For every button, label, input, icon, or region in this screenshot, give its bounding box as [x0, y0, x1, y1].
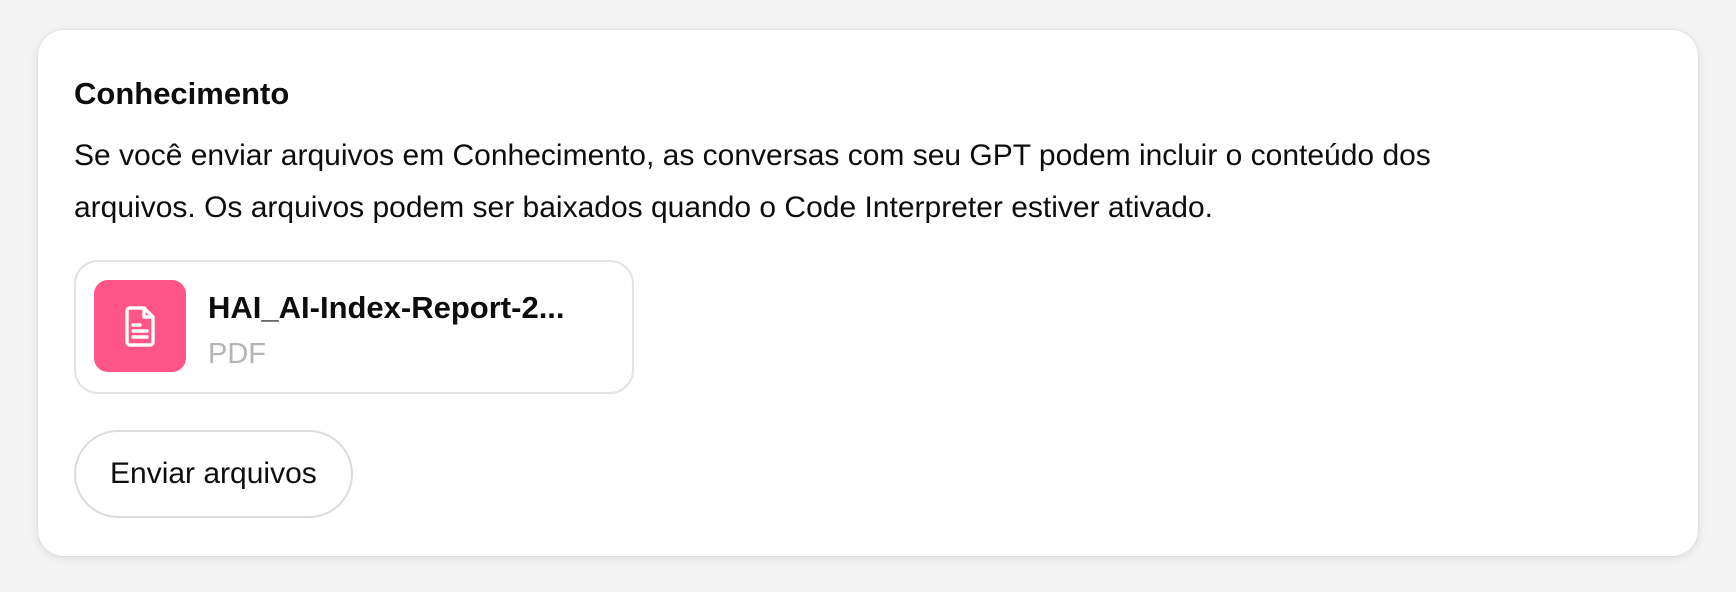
- section-title: Conhecimento: [74, 76, 290, 111]
- upload-files-button[interactable]: Enviar arquivos: [74, 430, 353, 518]
- file-type: PDF: [208, 338, 266, 370]
- knowledge-panel: Conhecimento Se você enviar arquivos em …: [38, 30, 1698, 556]
- document-icon: [94, 280, 186, 372]
- file-name: HAI_AI-Index-Report-2...: [208, 290, 565, 325]
- file-card[interactable]: HAI_AI-Index-Report-2... PDF: [74, 260, 634, 394]
- section-description: Se você enviar arquivos em Conhecimento,…: [74, 139, 1431, 224]
